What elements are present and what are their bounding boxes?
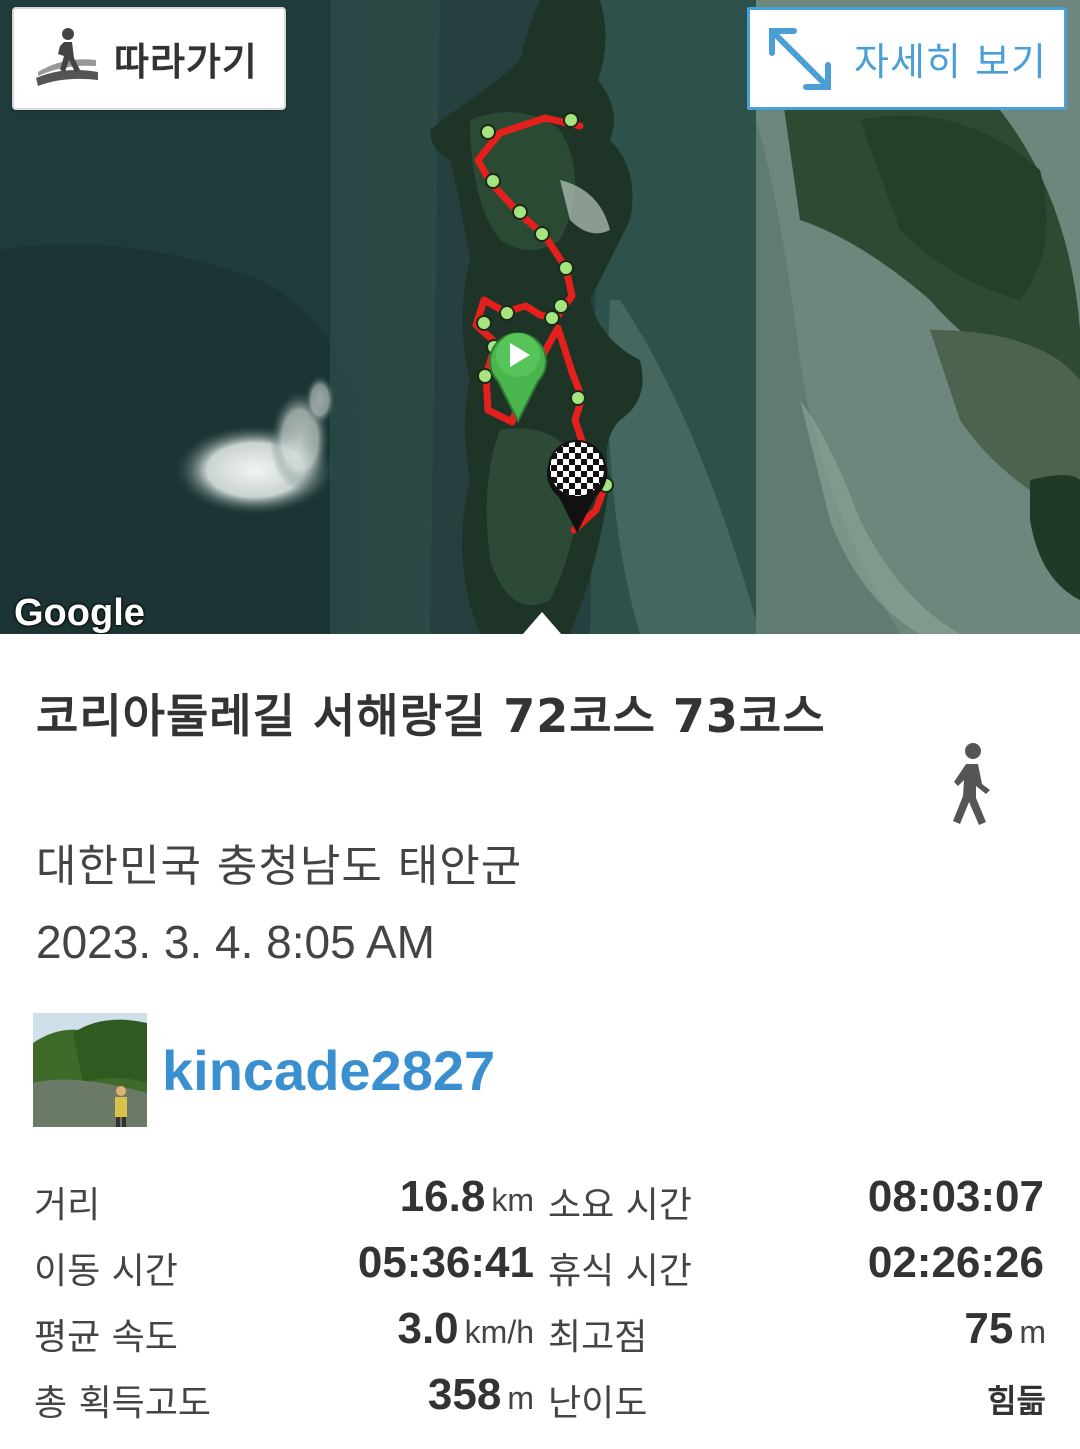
username-link[interactable]: kincade2827 [162,1038,495,1103]
total-ascent-unit: m [507,1380,534,1416]
total-time-value: 08:03:07 [867,1172,1044,1221]
follow-button-label: 따라가기 [114,40,258,84]
map-pointer-notch [522,612,562,635]
avg-speed-label: 평균 속도 [34,1317,178,1358]
follow-button[interactable]: 따라가기 [12,7,286,110]
total-ascent-value: 358 m [427,1370,534,1419]
distance-label: 거리 [34,1185,101,1226]
walking-person-icon [953,743,990,825]
max-elevation-unit: m [1019,1314,1046,1350]
max-elevation-label: 최고점 [548,1317,648,1358]
difficulty-value: 힘듦 [987,1382,1046,1420]
max-elevation-value: 75 m [964,1304,1046,1353]
avg-speed-value: 3.0 km/h [397,1304,534,1353]
end-marker-checkered-flag-icon[interactable] [545,435,609,535]
trip-title: 코리아둘레길 서해랑길 72코스 73코스 [36,689,826,743]
start-marker-play-icon[interactable] [488,323,548,423]
moving-time-label: 이동 시간 [34,1251,178,1292]
google-attribution: Google [14,592,145,634]
trip-datetime: 2023. 3. 4. 8:05 AM [36,916,435,968]
avg-speed-unit: km/h [464,1314,534,1350]
stats-row: 이동 시간 05:36:41 휴식 시간 02:26:26 [0,1234,1080,1294]
rest-time-label: 휴식 시간 [548,1251,692,1292]
rest-time-value: 02:26:26 [867,1238,1044,1287]
hiker-on-path-icon [36,27,98,86]
expand-arrows-icon [769,27,831,90]
total-time-label: 소요 시간 [548,1185,692,1226]
distance-unit: km [491,1182,534,1218]
stats-row: 총 획득고도 358 m 난이도 힘듦 [0,1366,1080,1426]
difficulty-label: 난이도 [548,1383,648,1424]
trail-map[interactable]: 따라가기 자세히 보기 Google [0,0,1080,634]
trip-location: 대한민국 충청남도 태안군 [36,841,523,892]
user-avatar[interactable] [33,1013,147,1127]
view-details-button[interactable]: 자세히 보기 [747,7,1067,110]
distance-value: 16.8 km [399,1172,534,1221]
view-details-label: 자세히 보기 [854,40,1047,84]
stats-row: 평균 속도 3.0 km/h 최고점 75 m [0,1300,1080,1360]
stats-row: 거리 16.8 km 소요 시간 08:03:07 [0,1168,1080,1228]
total-ascent-label: 총 획득고도 [34,1383,212,1424]
avatar-photo [33,1013,147,1127]
moving-time-value: 05:36:41 [357,1238,534,1287]
